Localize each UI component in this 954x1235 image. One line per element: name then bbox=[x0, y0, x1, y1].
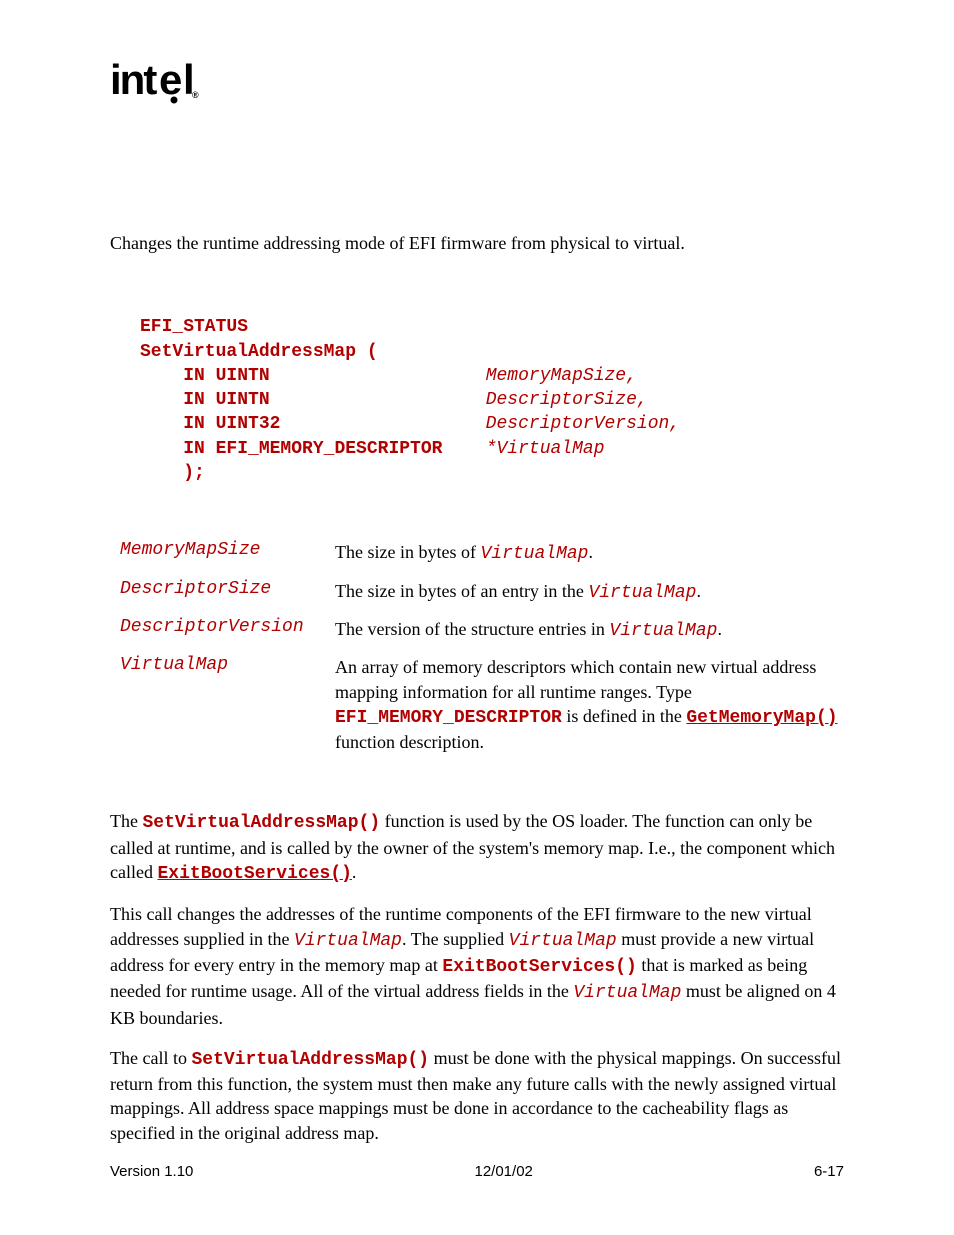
param-name: DescriptorVersion bbox=[120, 617, 335, 643]
param-row: DescriptorSize The size in bytes of an e… bbox=[120, 579, 844, 605]
param-row: DescriptorVersion The version of the str… bbox=[120, 617, 844, 643]
description-para-2: This call changes the addresses of the r… bbox=[110, 902, 844, 1029]
prototype-block: EFI_STATUS SetVirtualAddressMap ( IN UIN… bbox=[140, 315, 844, 485]
footer-page-number: 6-17 bbox=[814, 1163, 844, 1180]
svg-text:int: int bbox=[110, 60, 157, 103]
param-desc: The size in bytes of an entry in the Vir… bbox=[335, 579, 844, 605]
description-para-1: The SetVirtualAddressMap() function is u… bbox=[110, 809, 844, 886]
intel-logo: int e l ® bbox=[110, 60, 844, 111]
param-desc: The size in bytes of VirtualMap. bbox=[335, 540, 844, 566]
param-name: DescriptorSize bbox=[120, 579, 335, 605]
param-row: VirtualMap An array of memory descriptor… bbox=[120, 655, 844, 754]
page-footer: Version 1.10 12/01/02 6-17 bbox=[110, 1163, 844, 1180]
parameters-block: MemoryMapSize The size in bytes of Virtu… bbox=[120, 540, 844, 754]
description-para-3: The call to SetVirtualAddressMap() must … bbox=[110, 1046, 844, 1145]
param-row: MemoryMapSize The size in bytes of Virtu… bbox=[120, 540, 844, 566]
getmemorymap-link[interactable]: GetMemoryMap() bbox=[686, 708, 837, 728]
footer-date: 12/01/02 bbox=[474, 1163, 532, 1180]
param-name: MemoryMapSize bbox=[120, 540, 335, 566]
exitbootservices-link[interactable]: ExitBootServices() bbox=[157, 864, 351, 884]
svg-text:e: e bbox=[159, 60, 181, 103]
param-desc: The version of the structure entries in … bbox=[335, 617, 844, 643]
footer-version: Version 1.10 bbox=[110, 1163, 193, 1180]
param-name: VirtualMap bbox=[120, 655, 335, 754]
svg-text:®: ® bbox=[192, 90, 199, 100]
param-desc: An array of memory descriptors which con… bbox=[335, 655, 844, 754]
intro-text: Changes the runtime addressing mode of E… bbox=[110, 231, 844, 255]
